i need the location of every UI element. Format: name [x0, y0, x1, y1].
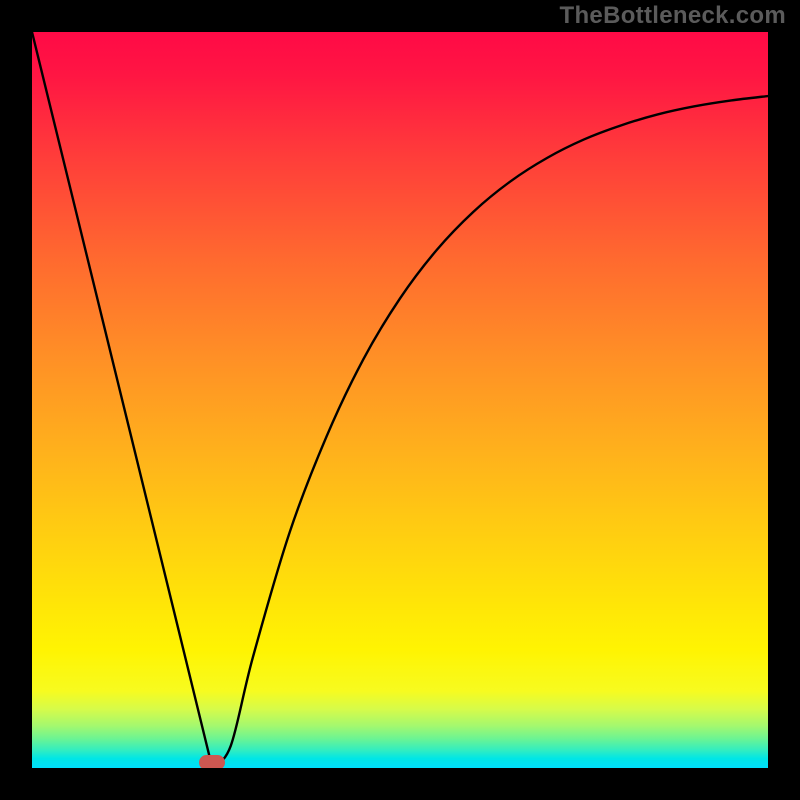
plot-area [32, 32, 768, 768]
watermark-text: TheBottleneck.com [560, 2, 786, 30]
optimal-marker [199, 755, 225, 768]
chart-frame: TheBottleneck.com [0, 0, 800, 800]
bottleneck-curve [32, 32, 768, 768]
curve-svg [32, 32, 768, 768]
